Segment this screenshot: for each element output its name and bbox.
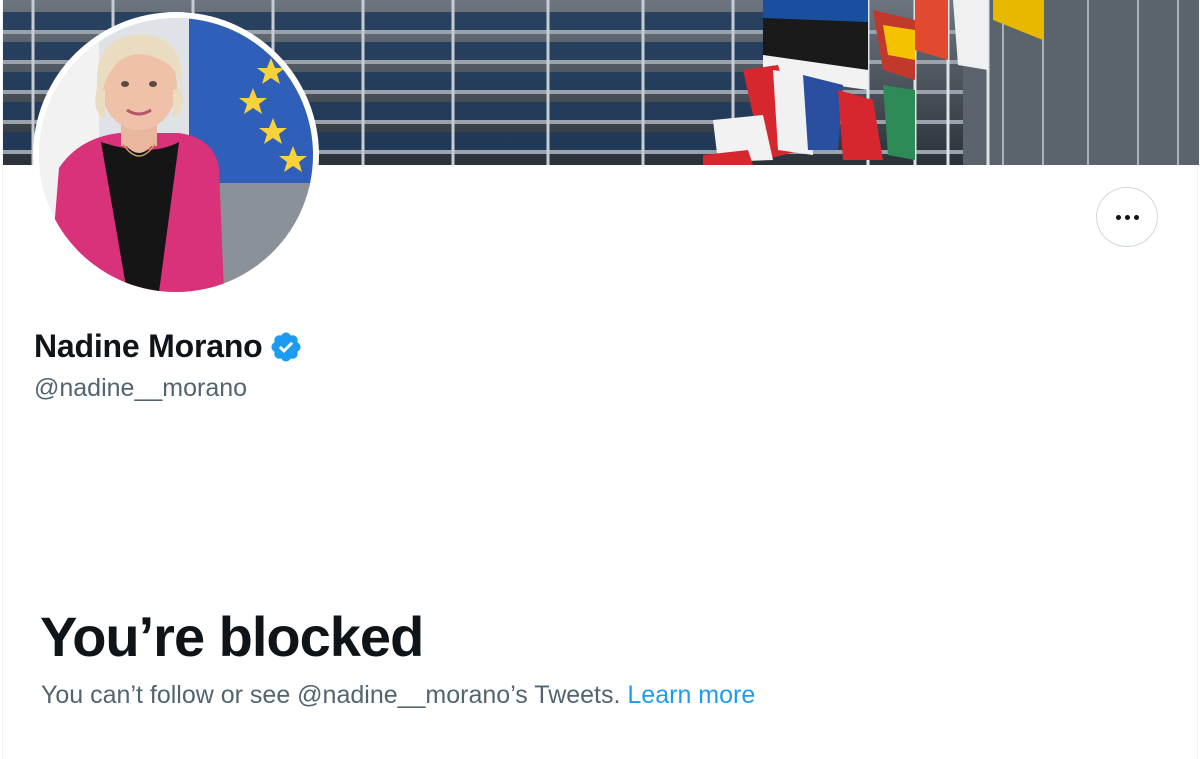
avatar-photo [39,18,313,292]
more-options-icon [1115,214,1139,220]
profile-page: Nadine Morano @nadine__morano You’re blo… [2,0,1199,759]
verified-badge-icon[interactable] [269,330,303,364]
profile-name-row: Nadine Morano [34,328,303,365]
blocked-title: You’re blocked [40,605,424,668]
display-name: Nadine Morano [34,328,263,364]
blocked-message-text: You can’t follow or see @nadine__morano’… [41,681,621,709]
profile-avatar[interactable] [33,12,319,298]
more-options-button[interactable] [1096,187,1158,247]
blocked-message: You can’t follow or see @nadine__morano’… [41,681,755,710]
profile-handle: @nadine__morano [34,374,248,402]
learn-more-link[interactable]: Learn more [627,681,755,709]
